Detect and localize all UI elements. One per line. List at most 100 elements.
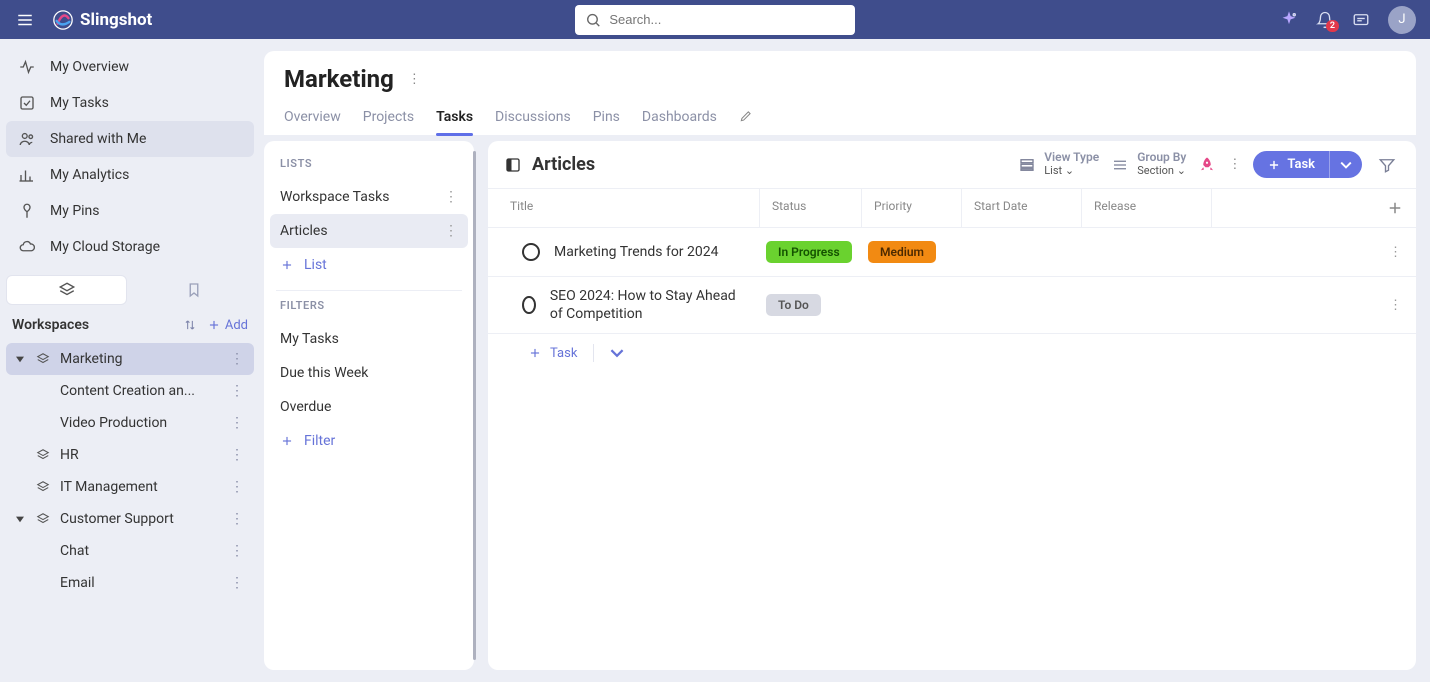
tab-discussions[interactable]: Discussions (495, 109, 571, 135)
filter-overdue[interactable]: Overdue (270, 390, 468, 424)
layers-icon (58, 281, 76, 299)
list-articles[interactable]: Articles ⋮ (270, 214, 468, 248)
workspace-label: HR (60, 447, 79, 463)
status-chip[interactable]: In Progress (766, 241, 852, 263)
workspace-it-management[interactable]: ▸ IT Management ⋮ (6, 471, 254, 503)
chat-button[interactable] (1352, 11, 1370, 29)
edit-tabs-button[interactable] (739, 109, 753, 135)
workspace-child-email[interactable]: Email ⋮ (6, 567, 254, 599)
layers-icon (36, 480, 50, 494)
col-status[interactable]: Status (760, 189, 862, 227)
col-release[interactable]: Release (1082, 189, 1212, 227)
chevron-down-icon (610, 346, 624, 360)
workspace-child-chat[interactable]: Chat ⋮ (6, 535, 254, 567)
workspace-more-button[interactable]: ⋮ (230, 351, 244, 367)
layers-icon (36, 512, 50, 526)
nav-my-cloud-storage[interactable]: My Cloud Storage (6, 229, 254, 265)
sort-workspaces-button[interactable] (183, 318, 197, 332)
workspace-child-label: Video Production (60, 415, 167, 431)
search-input[interactable] (609, 12, 845, 27)
workspace-child-content-creation[interactable]: Content Creation an... ⋮ (6, 375, 254, 407)
tab-dashboards[interactable]: Dashboards (642, 109, 717, 135)
workspace-more-button[interactable]: ⋮ (230, 383, 244, 399)
status-chip[interactable]: To Do (766, 294, 821, 316)
filter-due-this-week[interactable]: Due this Week (270, 356, 468, 390)
rocket-button[interactable] (1198, 156, 1216, 174)
new-task-button[interactable]: Task (1253, 151, 1362, 178)
plus-icon (280, 258, 294, 272)
separator (593, 344, 594, 362)
task-row[interactable]: Marketing Trends for 2024 In Progress Me… (488, 228, 1416, 277)
lists-heading: LISTS (270, 157, 468, 180)
workspace-more-button[interactable]: ⋮ (230, 575, 244, 591)
col-title[interactable]: Title (488, 189, 760, 227)
nav-my-analytics[interactable]: My Analytics (6, 157, 254, 193)
filter-button[interactable] (1374, 152, 1400, 178)
notifications-button[interactable]: 2 (1316, 11, 1334, 29)
nav-my-tasks[interactable]: My Tasks (6, 85, 254, 121)
workspace-marketing[interactable]: Marketing ⋮ (6, 343, 254, 375)
nav-my-overview[interactable]: My Overview (6, 49, 254, 85)
notification-badge: 2 (1326, 20, 1339, 32)
tab-pins[interactable]: Pins (593, 109, 620, 135)
workspace-more-button[interactable]: ⋮ (230, 447, 244, 463)
workspace-child-label: Email (60, 575, 95, 591)
add-column-button[interactable] (1212, 189, 1416, 227)
add-task-inline-button[interactable]: Task (528, 346, 577, 361)
workspace-hr[interactable]: ▸ HR ⋮ (6, 439, 254, 471)
add-task-dropdown[interactable] (610, 346, 624, 360)
sparkle-button[interactable] (1280, 11, 1298, 29)
tab-overview[interactable]: Overview (284, 109, 341, 135)
tab-tasks[interactable]: Tasks (436, 109, 473, 135)
avatar-initial: J (1398, 12, 1405, 27)
page-more-button[interactable]: ⋮ (408, 72, 421, 87)
nav-shared-with-me[interactable]: Shared with Me (6, 121, 254, 157)
tab-projects[interactable]: Projects (363, 109, 414, 135)
list-title-heading: Articles (504, 154, 595, 175)
menu-toggle-button[interactable] (14, 9, 36, 31)
workspace-more-button[interactable]: ⋮ (230, 511, 244, 527)
layers-icon (36, 448, 50, 462)
nav-my-pins[interactable]: My Pins (6, 193, 254, 229)
funnel-icon (1378, 156, 1396, 174)
layers-icon (36, 352, 50, 366)
list-workspace-tasks[interactable]: Workspace Tasks ⋮ (270, 180, 468, 214)
workspace-customer-support[interactable]: Customer Support ⋮ (6, 503, 254, 535)
task-complete-toggle[interactable] (522, 243, 540, 261)
add-list-button[interactable]: List (270, 248, 468, 282)
workspace-more-button[interactable]: ⋮ (230, 415, 244, 431)
filter-label: Due this Week (280, 365, 368, 381)
new-task-label: Task (1287, 157, 1315, 172)
group-by-selector[interactable]: Group BySection ⌄ (1111, 151, 1186, 177)
workspace-more-button[interactable]: ⋮ (230, 479, 244, 495)
view-type-selector[interactable]: View TypeList ⌄ (1018, 151, 1099, 177)
priority-chip[interactable]: Medium (868, 241, 936, 263)
brand-logo[interactable]: Slingshot (52, 9, 152, 31)
pin-icon (18, 202, 36, 220)
task-row[interactable]: SEO 2024: How to Stay Ahead of Competiti… (488, 277, 1416, 334)
row-more-button[interactable]: ⋮ (1375, 245, 1416, 260)
task-complete-toggle[interactable] (522, 296, 536, 314)
new-task-dropdown[interactable] (1329, 151, 1362, 178)
list-more-button[interactable]: ⋮ (444, 189, 458, 205)
col-priority[interactable]: Priority (862, 189, 962, 227)
tasks-more-button[interactable]: ⋮ (1228, 157, 1241, 172)
add-filter-button[interactable]: Filter (270, 424, 468, 458)
tasks-panel: Articles View TypeList ⌄ Group BySection… (488, 141, 1416, 670)
brand-name: Slingshot (80, 10, 152, 30)
nav-label: My Cloud Storage (50, 239, 160, 255)
row-more-button[interactable]: ⋮ (1375, 298, 1416, 313)
col-start-date[interactable]: Start Date (962, 189, 1082, 227)
workspace-child-label: Chat (60, 543, 89, 559)
workspace-toggle-bookmark[interactable] (133, 275, 254, 305)
add-workspace-button[interactable]: Add (207, 318, 248, 333)
workspace-more-button[interactable]: ⋮ (230, 543, 244, 559)
list-more-button[interactable]: ⋮ (444, 223, 458, 239)
workspace-toggle-stack[interactable] (6, 275, 127, 305)
search-box[interactable] (575, 5, 855, 35)
plus-icon (528, 346, 542, 360)
workspace-child-video-production[interactable]: Video Production ⋮ (6, 407, 254, 439)
filter-my-tasks[interactable]: My Tasks (270, 322, 468, 356)
panel-collapse-icon[interactable] (504, 156, 522, 174)
avatar[interactable]: J (1388, 6, 1416, 34)
